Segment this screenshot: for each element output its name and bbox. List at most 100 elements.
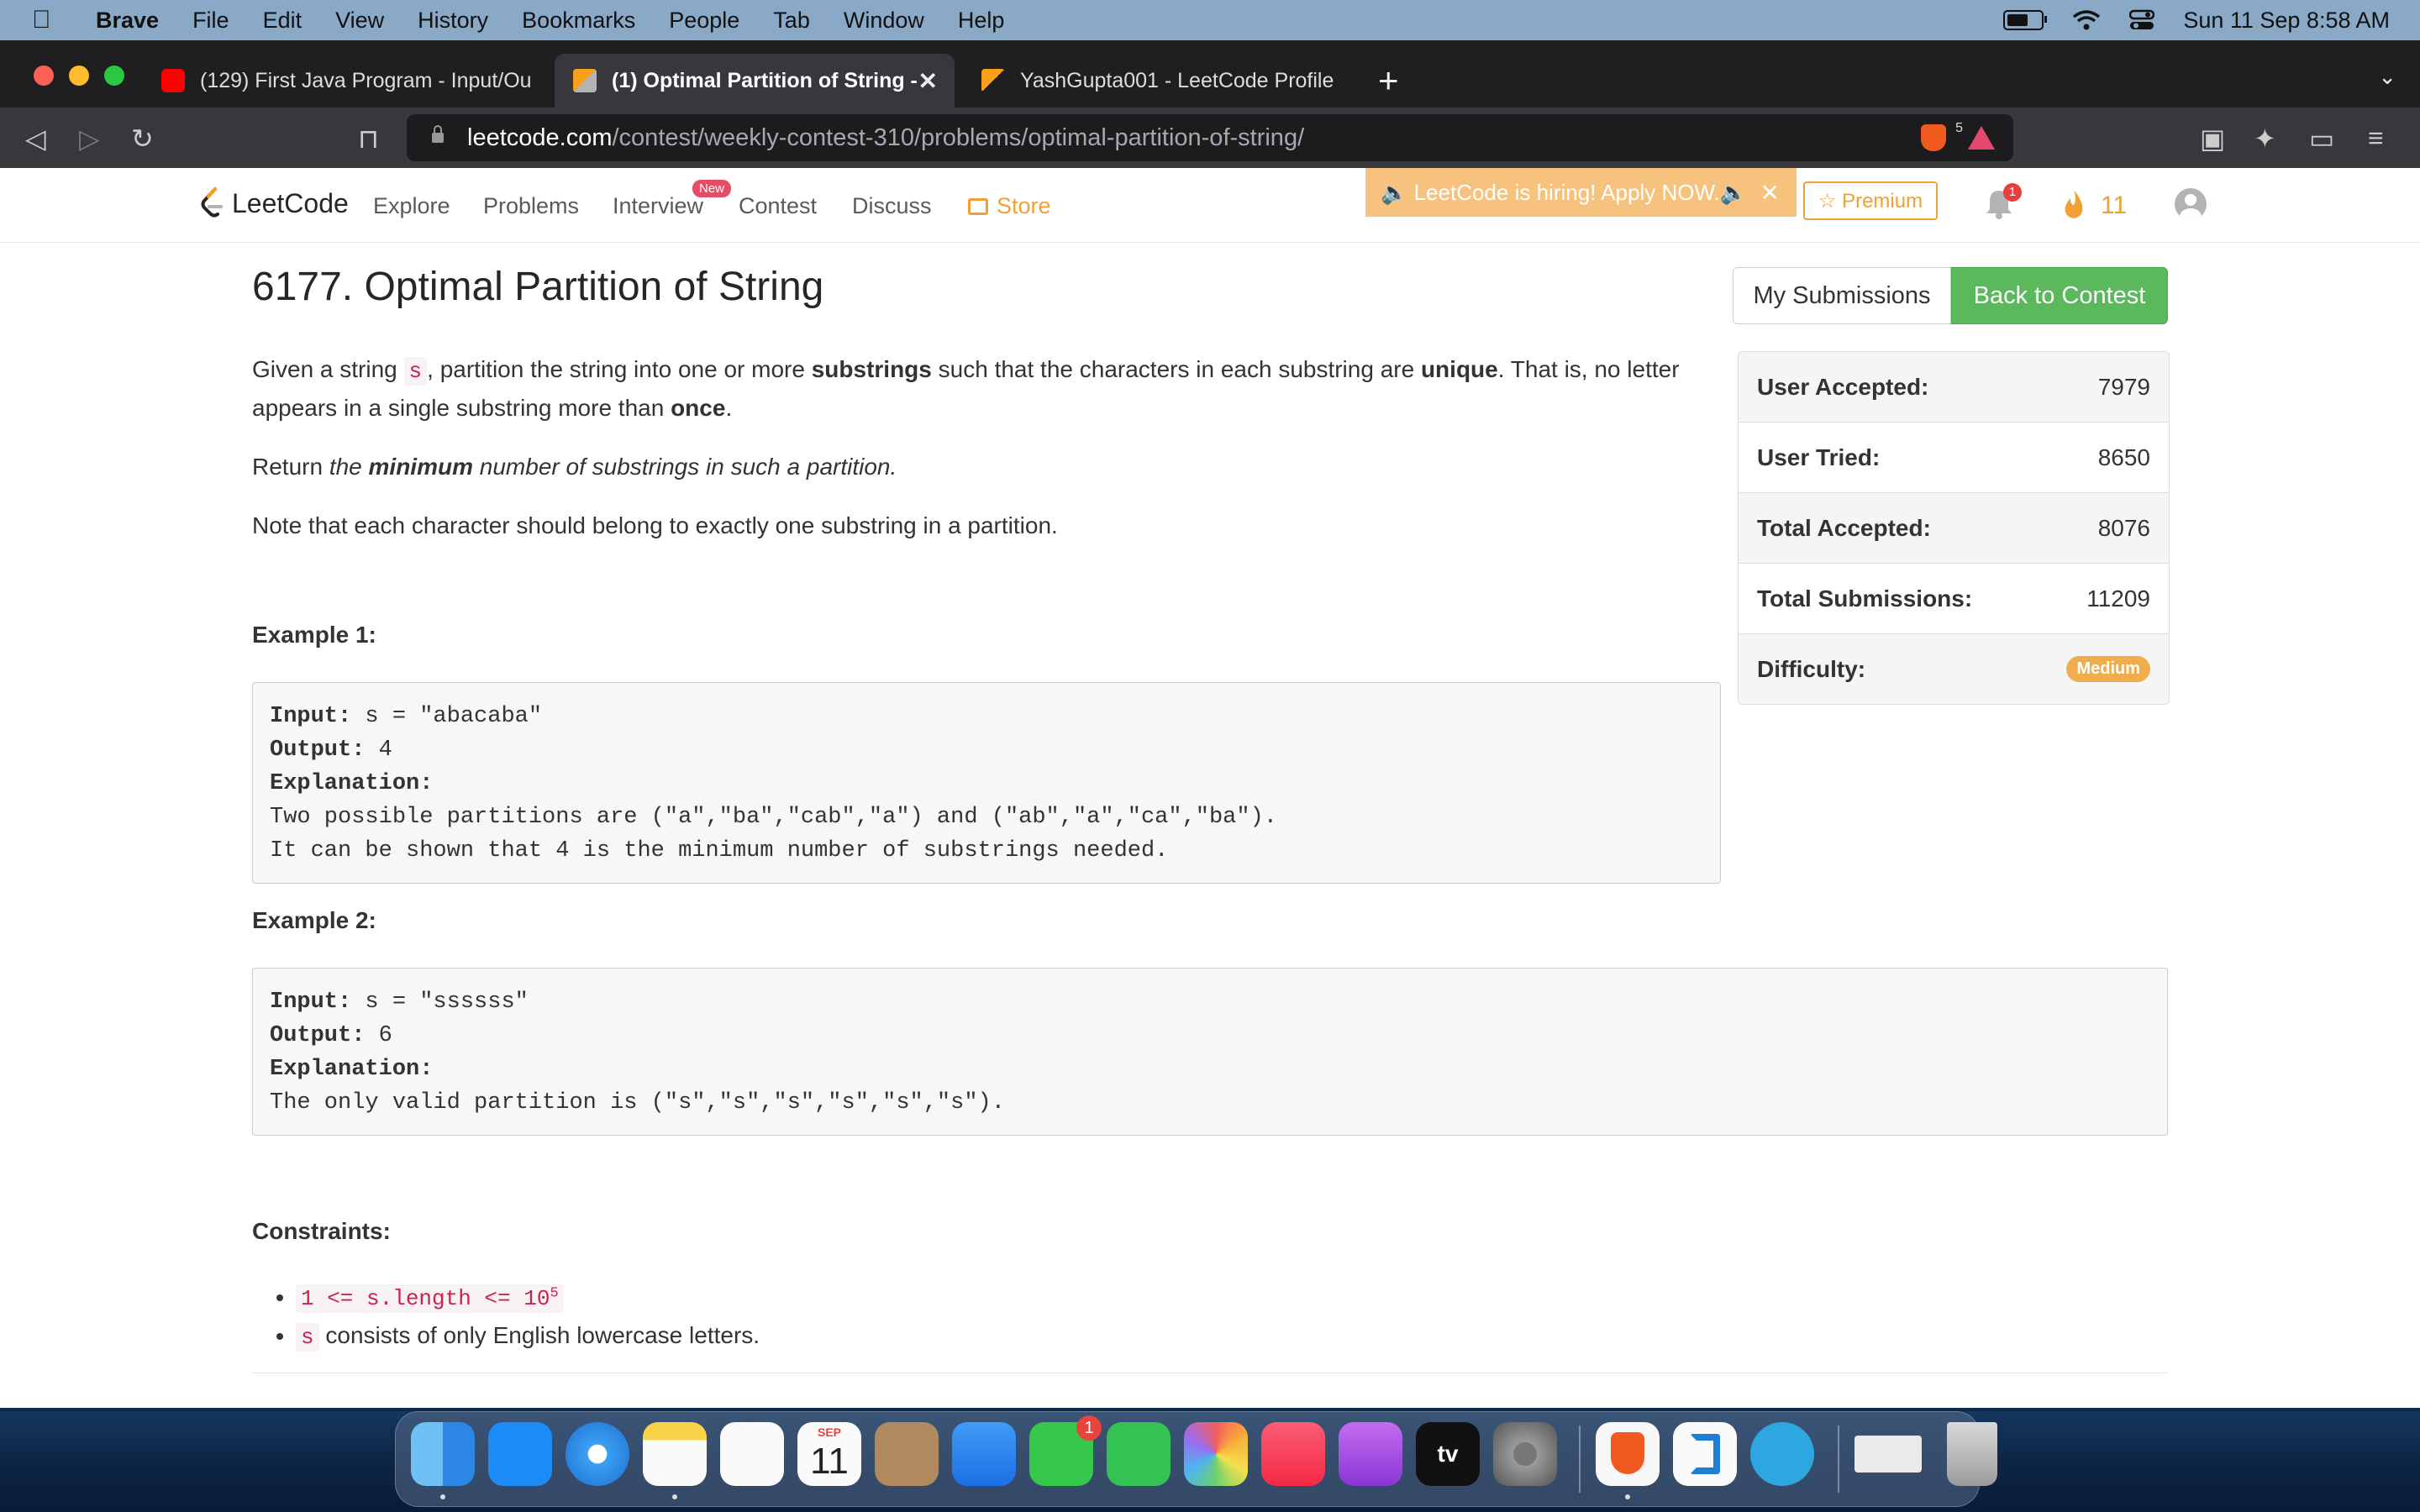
menu-tab[interactable]: Tab xyxy=(773,8,810,34)
menu-file[interactable]: File xyxy=(192,8,229,34)
menu-people[interactable]: People xyxy=(669,8,739,34)
bold-italic-text: minimum xyxy=(368,454,473,480)
contacts-icon[interactable] xyxy=(875,1422,939,1486)
vscode-icon[interactable] xyxy=(1673,1422,1737,1486)
battery-icon[interactable] xyxy=(2003,10,2048,30)
bookmark-icon[interactable]: ⊓ xyxy=(358,123,379,155)
trash-icon[interactable] xyxy=(1947,1422,1997,1486)
running-indicator xyxy=(672,1494,677,1499)
menu-help[interactable]: Help xyxy=(958,8,1005,34)
lock-icon xyxy=(432,125,444,143)
safari-icon[interactable] xyxy=(566,1422,629,1486)
extensions-icon[interactable]: ✦ xyxy=(2254,123,2276,155)
calendar-icon[interactable]: SEP 11 xyxy=(797,1422,861,1486)
finder-icon[interactable] xyxy=(411,1422,475,1486)
running-indicator xyxy=(1625,1494,1630,1499)
menu-edit[interactable]: Edit xyxy=(263,8,302,34)
menu-history[interactable]: History xyxy=(418,8,488,34)
text: Return xyxy=(252,454,329,480)
maximize-window-icon[interactable] xyxy=(104,66,124,86)
stat-total-submissions: Total Submissions: 11209 xyxy=(1739,563,2169,633)
facetime-icon[interactable] xyxy=(1107,1422,1171,1486)
code-label: Input: xyxy=(270,704,352,729)
hiring-banner[interactable]: 🔈 LeetCode is hiring! Apply NOW.🔈 ✕ xyxy=(1365,168,1797,217)
nav-interview[interactable]: Interview xyxy=(613,193,703,219)
control-center-icon[interactable] xyxy=(2129,9,2155,31)
tab-title: (1) Optimal Partition of String - xyxy=(612,68,918,92)
stat-value: 11209 xyxy=(2086,585,2150,612)
youtube-icon xyxy=(161,69,185,92)
menu-clock[interactable]: Sun 11 Sep 8:58 AM xyxy=(2183,8,2390,34)
back-to-contest-button[interactable]: Back to Contest xyxy=(1951,267,2168,324)
code-text: It can be shown that 4 is the minimum nu… xyxy=(270,838,1169,864)
nav-explore[interactable]: Explore xyxy=(373,193,450,219)
apple-menu-icon[interactable]:  xyxy=(32,6,57,34)
back-icon[interactable]: ◁ xyxy=(25,123,46,155)
stat-value: 7979 xyxy=(2097,373,2150,400)
bold-text: substrings xyxy=(811,356,932,382)
logo-text: LeetCode xyxy=(232,187,349,218)
example-1-title: Example 1: xyxy=(252,622,376,648)
address-bar[interactable]: leetcode.com /contest/weekly-contest-310… xyxy=(407,114,2013,161)
brave-rewards-icon[interactable] xyxy=(1968,126,1995,150)
code-label: Explanation: xyxy=(270,771,434,796)
new-tab-icon[interactable]: + xyxy=(1378,60,1399,101)
dock: SEP 11 1 tv xyxy=(395,1411,1997,1507)
dock-separator xyxy=(1579,1425,1581,1493)
code-text: 1 <= s.length <= 10 xyxy=(301,1285,550,1311)
reminders-icon[interactable] xyxy=(720,1422,784,1486)
wallet-icon[interactable]: ▭ xyxy=(2309,123,2334,155)
nav-discuss[interactable]: Discuss xyxy=(852,193,932,219)
app-store-icon[interactable] xyxy=(488,1422,552,1486)
apple-tv-icon[interactable]: tv xyxy=(1416,1422,1480,1486)
notes-icon[interactable] xyxy=(643,1422,707,1486)
inline-code: s xyxy=(296,1322,319,1352)
forward-icon[interactable]: ▷ xyxy=(79,123,100,155)
close-banner-icon[interactable]: ✕ xyxy=(1760,179,1780,207)
document-preview-icon[interactable] xyxy=(1854,1436,1922,1473)
close-window-icon[interactable] xyxy=(34,66,54,86)
leetcode-logo[interactable]: LeetCode xyxy=(200,186,349,220)
system-preferences-icon[interactable] xyxy=(1493,1422,1557,1486)
brave-icon[interactable] xyxy=(1596,1422,1660,1486)
nav-contest[interactable]: Contest xyxy=(739,193,817,219)
menu-bookmarks[interactable]: Bookmarks xyxy=(522,8,635,34)
italic-text: number of substrings in such a partition… xyxy=(473,454,897,480)
telegram-icon[interactable] xyxy=(1750,1422,1814,1486)
menu-view[interactable]: View xyxy=(335,8,384,34)
tab-youtube[interactable]: (129) First Java Program - Input/Ou xyxy=(143,54,546,108)
menu-icon[interactable]: ≡ xyxy=(2368,123,2384,154)
mail-icon[interactable] xyxy=(952,1422,1016,1486)
stat-user-tried: User Tried: 8650 xyxy=(1739,422,2169,492)
podcasts-icon[interactable] xyxy=(1339,1422,1402,1486)
my-submissions-button[interactable]: My Submissions xyxy=(1733,267,1951,324)
constraints-list: 1 <= s.length <= 105 s consists of only … xyxy=(252,1275,1765,1356)
tab-optimal-partition[interactable]: (1) Optimal Partition of String - ✕ xyxy=(555,54,955,108)
sidebar-icon[interactable]: ▣ xyxy=(2200,123,2225,155)
reload-icon[interactable]: ↻ xyxy=(131,123,154,155)
minimize-window-icon[interactable] xyxy=(69,66,89,86)
premium-button[interactable]: ☆ Premium xyxy=(1803,181,1938,220)
tab-leetcode-profile[interactable]: YashGupta001 - LeetCode Profile xyxy=(963,54,1366,108)
menu-app-name[interactable]: Brave xyxy=(96,8,159,34)
chevron-down-icon[interactable]: ⌄ xyxy=(2378,64,2396,90)
page-content: LeetCode Explore Problems Interview New … xyxy=(0,168,2420,1408)
avatar[interactable] xyxy=(2175,188,2207,220)
music-icon[interactable] xyxy=(1261,1422,1325,1486)
close-tab-icon[interactable]: ✕ xyxy=(918,67,938,95)
stat-total-accepted: Total Accepted: 8076 xyxy=(1739,492,2169,563)
description-paragraph: Note that each character should belong t… xyxy=(252,512,1058,538)
hiring-text: 🔈 LeetCode is hiring! Apply NOW.🔈 xyxy=(1381,179,1748,205)
nav-store[interactable]: Store xyxy=(968,193,1051,219)
flame-icon[interactable] xyxy=(2060,188,2087,220)
leetcode-icon xyxy=(573,69,597,92)
streak-count[interactable]: 11 xyxy=(2101,192,2127,220)
photos-icon[interactable] xyxy=(1184,1422,1248,1486)
menu-window[interactable]: Window xyxy=(844,8,924,34)
nav-problems[interactable]: Problems xyxy=(483,193,579,219)
code-label: Output: xyxy=(270,1023,366,1048)
code-text: The only valid partition is ("s","s","s"… xyxy=(270,1090,1005,1116)
wifi-icon[interactable] xyxy=(2072,9,2101,31)
brave-shield-icon[interactable] xyxy=(1921,124,1946,151)
stat-value: 8076 xyxy=(2097,514,2150,541)
